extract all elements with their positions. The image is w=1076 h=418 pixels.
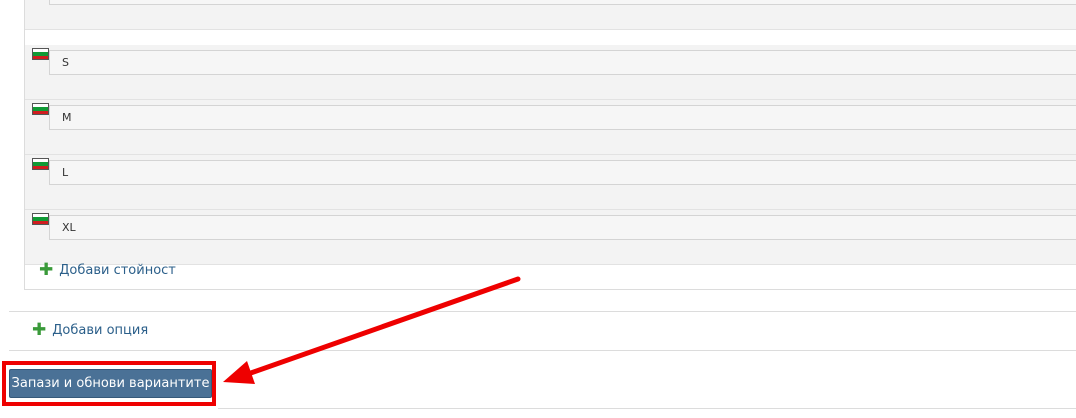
annotation-arrow bbox=[223, 276, 521, 384]
